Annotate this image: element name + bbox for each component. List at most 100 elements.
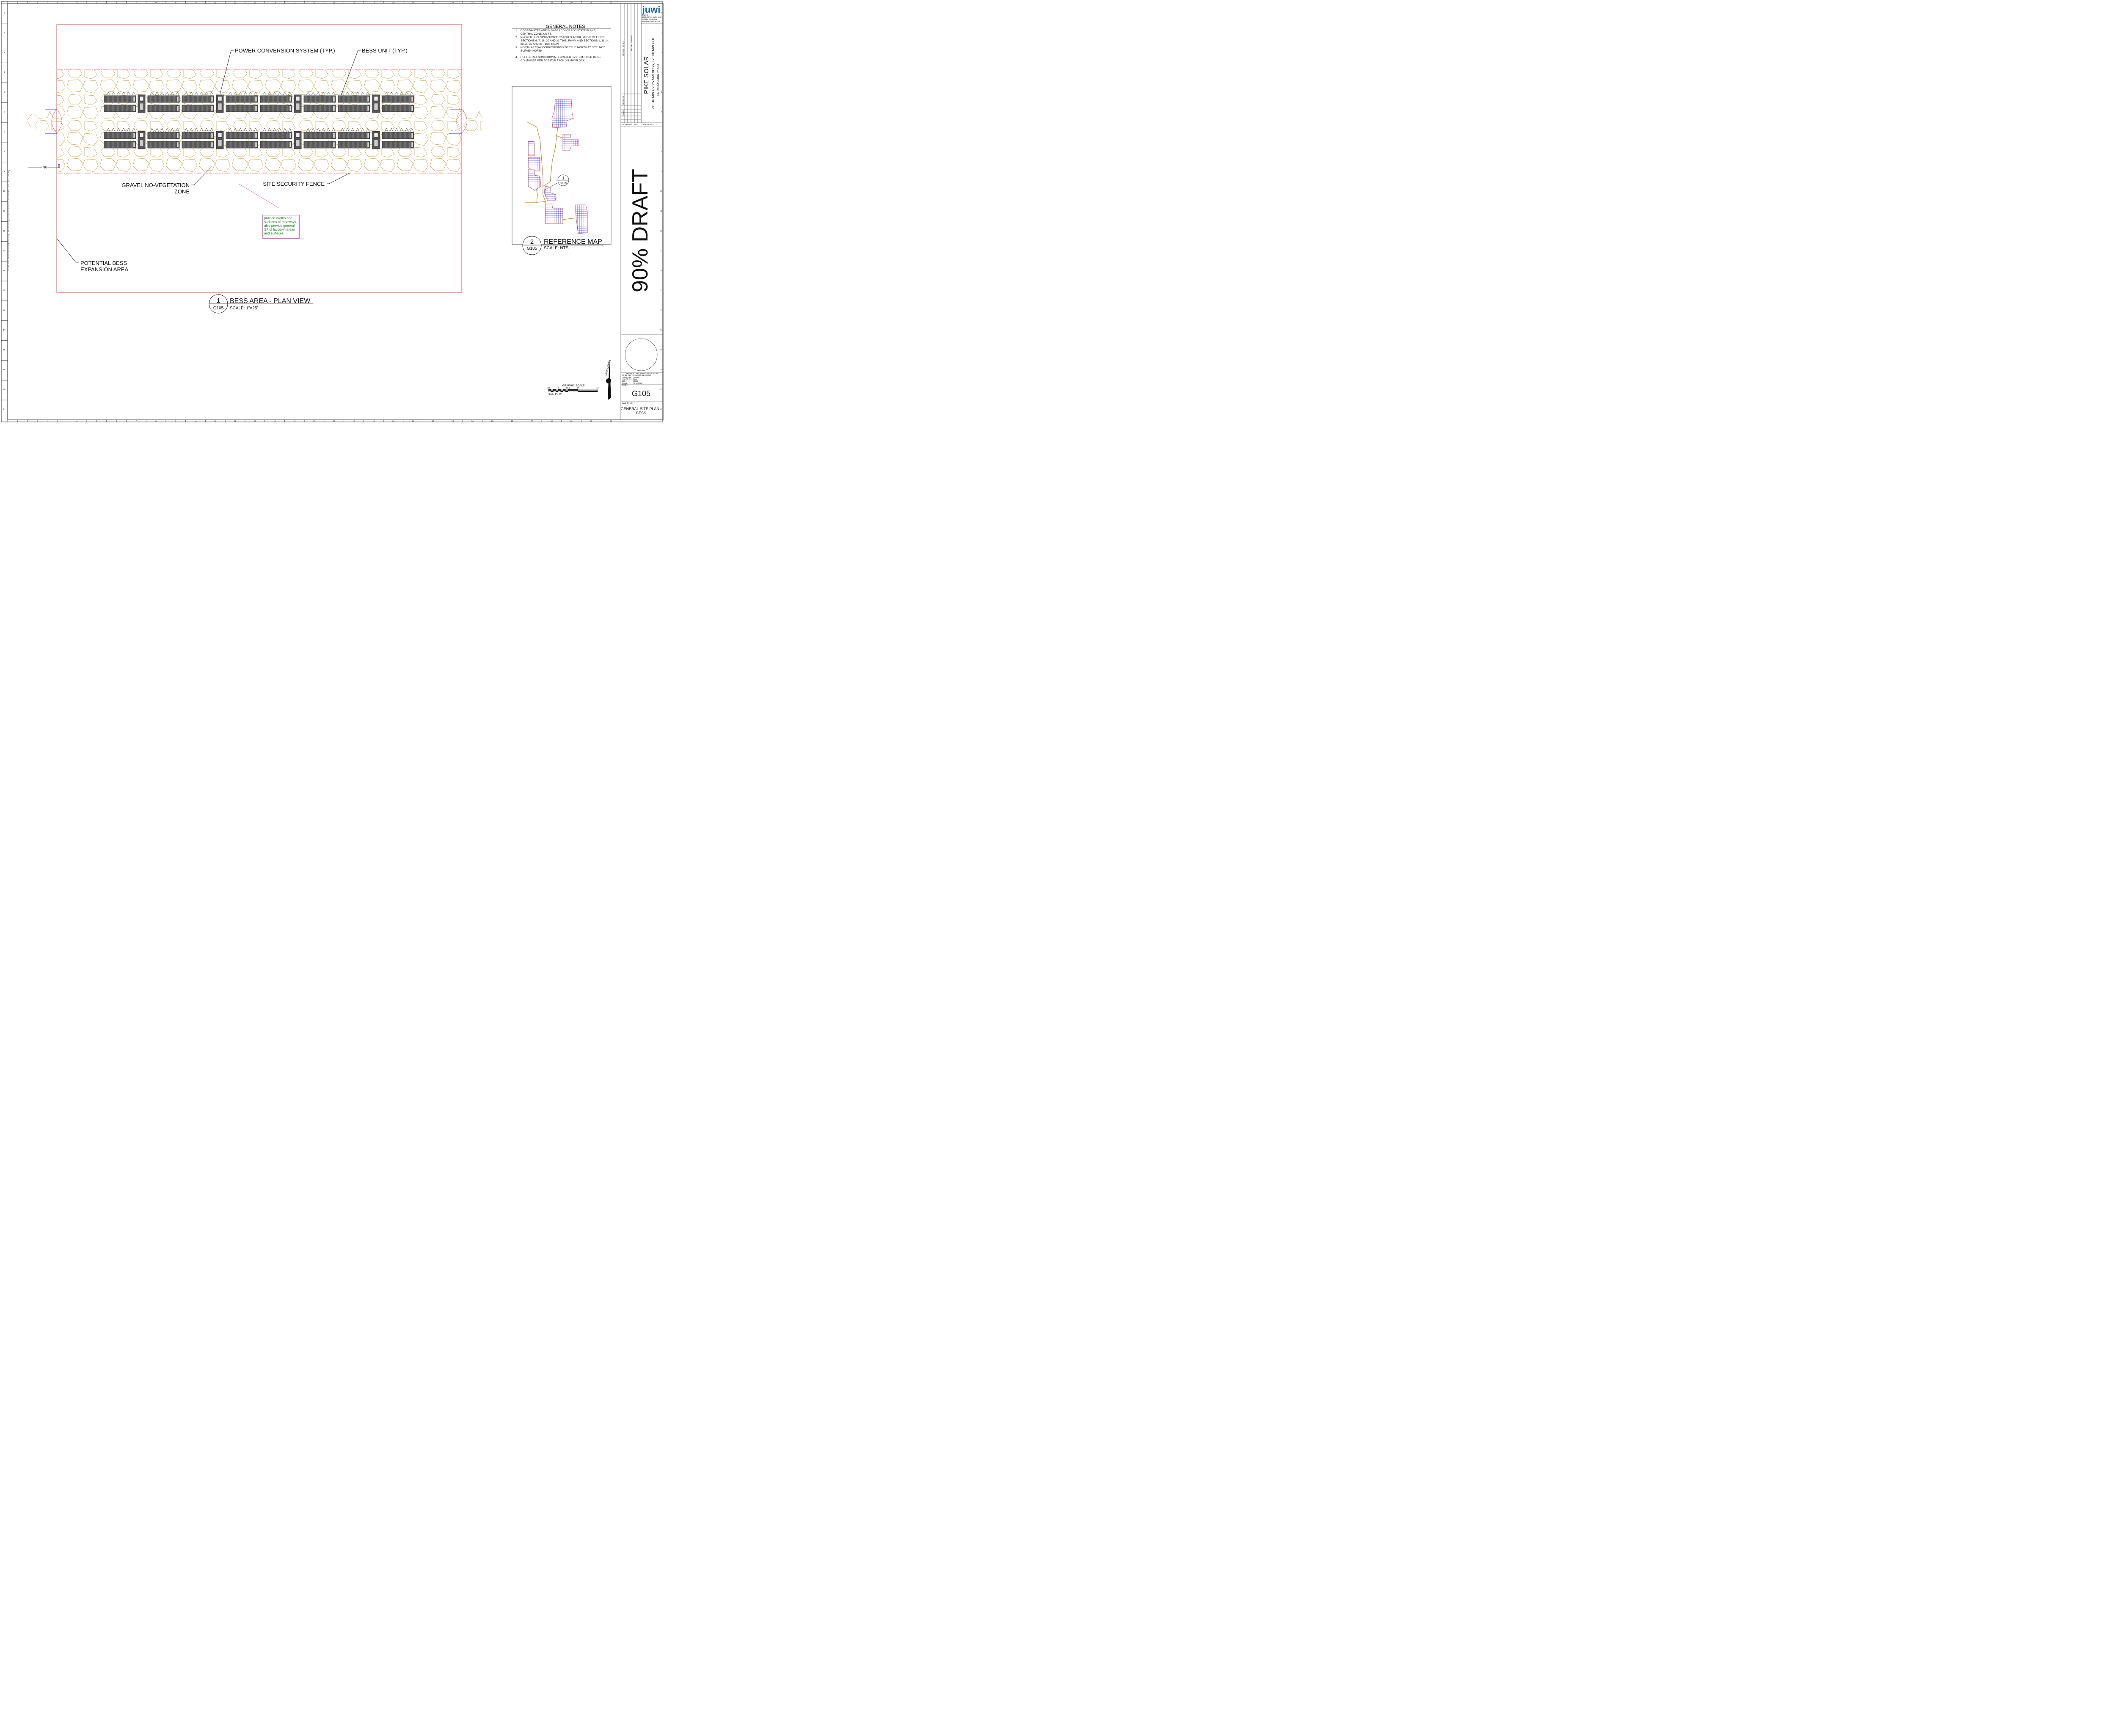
svg-text:Scale: 1"= 27': Scale: 1"= 27' <box>548 393 562 396</box>
note-line: SURVEY NORTH <box>521 50 543 52</box>
grid-col-label: 11 <box>214 420 216 422</box>
grid-col-label: 29 <box>570 2 573 4</box>
bess-container <box>182 95 214 103</box>
bess-container <box>104 105 136 112</box>
grid-row-label: 9 <box>4 170 5 172</box>
grid-row-label: 14 <box>660 270 663 272</box>
review-comment-box[interactable]: provide widths and surfaces of roadways,… <box>262 215 300 239</box>
grid-col-label: 16 <box>313 420 316 422</box>
bess-container <box>303 141 336 149</box>
note-line: PROPERTY DESCRIPTION:1162 ACRES INSIDE P… <box>521 36 606 39</box>
grid-col-label: 27 <box>531 2 533 4</box>
bess-container <box>226 141 258 149</box>
grid-col-label: 26 <box>511 420 513 422</box>
bess-container <box>104 141 136 149</box>
svg-text:1: 1 <box>562 176 565 181</box>
bess-container <box>260 132 292 139</box>
grid-row-label: 3 <box>4 51 5 53</box>
grid-col-label: 25 <box>491 2 494 4</box>
grid-col-label: 15 <box>293 420 296 422</box>
grid-col-label: 12 <box>234 420 237 422</box>
scale-tick-2: 13.5 <box>566 387 570 389</box>
grid-row-label: 12 <box>660 230 663 232</box>
title-block-meta: PRINT SIZE: ARCH DISSUED BY: JUWIJOB #: C04… <box>622 376 642 386</box>
svg-text:SCALE: 1"=25': SCALE: 1"=25' <box>230 306 258 311</box>
bess-container <box>104 132 136 139</box>
note-line: NORTH ARROW CORRESPONDS TO TRUE NORTH AT… <box>521 46 605 49</box>
svg-text:G105: G105 <box>559 182 567 185</box>
grid-row-label: 16 <box>3 309 6 311</box>
latest-rev: C <box>656 124 658 126</box>
grid-row-label: 8 <box>4 150 5 152</box>
grid-col-label: 10 <box>195 420 197 422</box>
svg-text:TRUE NORTH: TRUE NORTH <box>605 360 612 376</box>
access-road-west <box>27 109 62 134</box>
svg-text:9U: 9U <box>43 165 47 169</box>
bess-container <box>260 95 292 103</box>
bess-container <box>226 132 258 139</box>
grid-col-label: 28 <box>551 2 553 4</box>
grid-row-label: 17 <box>3 329 6 331</box>
grid-col-label: 23 <box>452 420 454 422</box>
callout-bess-unit: BESS UNIT (TYP.) <box>362 47 408 54</box>
scale-tick-3: 27 <box>577 387 579 389</box>
grid-col-label: 11 <box>214 2 216 4</box>
reviewed-label: REVIEWED <box>622 96 624 105</box>
sheet-border <box>1 1 664 422</box>
grid-col-label: 17 <box>333 2 336 4</box>
svg-text:G105: G105 <box>213 306 224 311</box>
bess-container <box>382 132 414 139</box>
grid-row-label: 10 <box>3 190 6 192</box>
dwg-title-line1: GENERAL SITE PLAN - <box>621 407 662 411</box>
bess-container <box>182 141 214 149</box>
bess-container <box>303 105 336 112</box>
grid-col-label: 20 <box>392 420 395 422</box>
bess-container <box>338 141 370 149</box>
grid-row-label: 11 <box>3 210 6 212</box>
grid-col-label: 31 <box>610 420 612 422</box>
callout-fence: SITE SECURITY FENCE <box>263 181 325 187</box>
grid-row-label: 15 <box>3 289 6 291</box>
callout-gravel-line2: ZONE <box>174 188 190 195</box>
grid-row-label: 1 <box>4 11 5 14</box>
svg-text:G105: G105 <box>527 246 537 251</box>
grid-col-label: 24 <box>471 420 474 422</box>
grid-row-label: 13 <box>660 250 663 252</box>
grid-col-label: 24 <box>471 2 474 4</box>
grid-col-label: 31 <box>610 2 612 4</box>
grid-col-label: 29 <box>570 420 573 422</box>
bess-container <box>382 105 414 112</box>
note-line: 23-26, 35 AND 36 T16S, R65W <box>521 43 559 46</box>
dwg-title-label: DWG TITLE: <box>622 402 633 404</box>
grid-col-label: 26 <box>511 2 513 4</box>
grid-col-label: 17 <box>333 420 336 422</box>
grid-row-label: 20 <box>3 389 6 391</box>
grid-row-label: 16 <box>660 309 663 311</box>
note-number: 1 <box>515 29 517 32</box>
grid-col-label: 13 <box>254 2 256 4</box>
project-subtitle: 219.46 MW PV, 25 MW BESS, 175.00 MW POI <box>651 38 655 109</box>
grid-row-label: 19 <box>3 369 6 371</box>
grid-marks: 1122334455667788991010111112121313141415… <box>1 1 662 422</box>
bess-container <box>182 105 214 112</box>
graphic-scale: GRAPHIC SCALE 13.5 0 13.5 27 54 Scale: 1… <box>547 384 599 396</box>
meta-key: DWG #: <box>622 384 628 386</box>
grid-row-label: 4 <box>4 71 5 73</box>
grid-col-label: 27 <box>531 420 533 422</box>
grid-col-label: 21 <box>412 2 415 4</box>
drawn-by: PDT <box>634 124 638 126</box>
file-path: T:\C0465 - CSU - Pike Solar\ENGINEERING\… <box>8 170 10 271</box>
north-arrow: TRUE NORTH <box>605 360 612 400</box>
grid-row-label: 18 <box>3 349 6 351</box>
bess-container <box>303 132 336 139</box>
general-notes: GENERAL NOTES 1 COORDINATES ARE IN NAD83 … <box>512 24 611 62</box>
pv-array-blocks <box>528 99 588 234</box>
bess-container <box>147 105 180 112</box>
drawn-by-label: DRAWN BY: <box>622 124 632 126</box>
gravel-no-vegetation-zone <box>57 69 462 174</box>
bess-container <box>382 141 414 149</box>
grid-col-label: 25 <box>491 420 494 422</box>
svg-text:BESS AREA - PLAN VIEW: BESS AREA - PLAN VIEW <box>230 298 311 305</box>
reference-map: 1 G105 2 G105 REFERENCE MAP SCALE: NTS <box>512 86 612 255</box>
grid-row-label: 13 <box>3 250 6 252</box>
